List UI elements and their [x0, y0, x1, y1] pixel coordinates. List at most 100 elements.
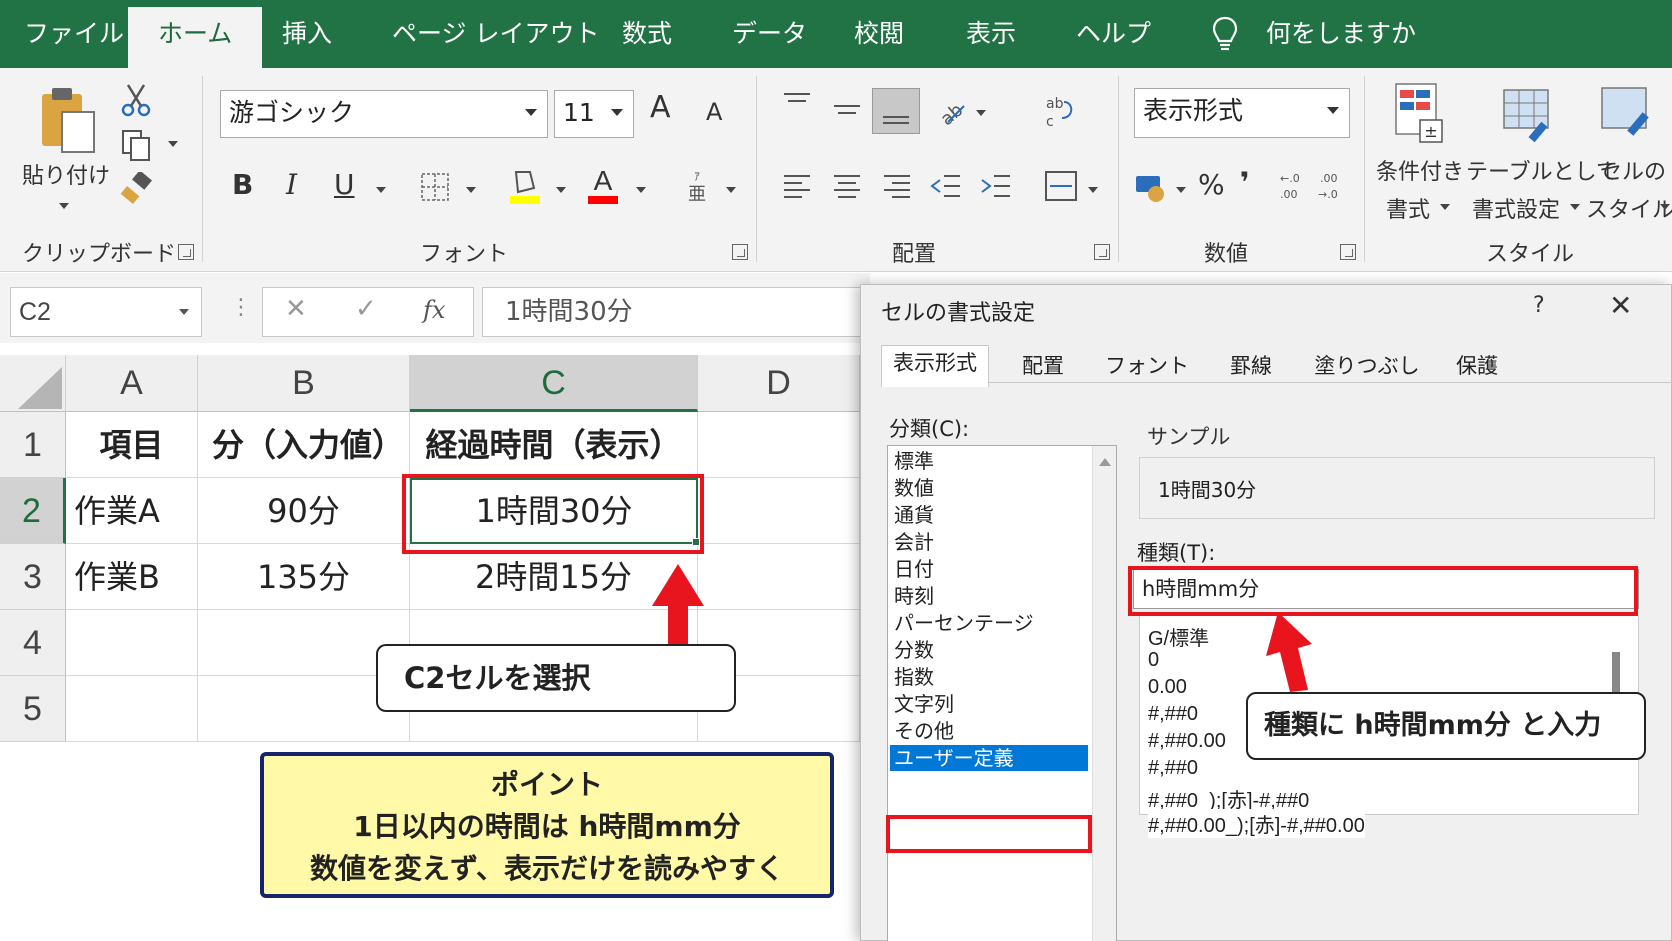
category-fraction[interactable]: 分数 [894, 637, 934, 663]
merge-dropdown-caret[interactable] [1088, 187, 1098, 193]
number-launcher-icon[interactable] [1340, 244, 1356, 260]
conditional-formatting-icon[interactable]: ± [1392, 82, 1446, 144]
format-as-table-caret[interactable] [1570, 204, 1580, 210]
wrap-text-icon[interactable]: ab c [1042, 94, 1076, 130]
top-align-icon[interactable] [780, 90, 814, 120]
cell-c1[interactable]: 経過時間（表示） [410, 412, 698, 478]
type-item[interactable]: 0 [1148, 649, 1159, 672]
category-text[interactable]: 文字列 [894, 691, 954, 717]
clipboard-launcher-icon[interactable] [178, 244, 194, 260]
tab-formulas[interactable]: 数式 [622, 14, 672, 54]
row-header-4[interactable]: 4 [0, 610, 66, 676]
column-header-c[interactable]: C [410, 355, 698, 412]
tab-file[interactable]: ファイル [24, 14, 124, 54]
number-format-combo[interactable]: 表示形式 [1134, 88, 1350, 138]
tab-page-layout[interactable]: ページ レイアウト [392, 14, 599, 54]
italic-button[interactable]: I [286, 168, 297, 201]
type-item[interactable]: #,##0.00 [1148, 730, 1226, 753]
fill-color-dropdown-caret[interactable] [556, 187, 566, 193]
orientation-icon[interactable]: ab [934, 94, 968, 128]
cut-icon[interactable] [120, 82, 152, 118]
scroll-up-icon[interactable] [1099, 458, 1111, 466]
align-right-icon[interactable] [880, 172, 914, 202]
merge-center-icon[interactable] [1044, 170, 1078, 202]
align-left-icon[interactable] [780, 172, 814, 202]
underline-dropdown-caret[interactable] [376, 187, 386, 193]
decrease-decimal-icon[interactable]: .00→.0 [1316, 168, 1350, 202]
format-as-table-icon[interactable] [1500, 86, 1556, 144]
tab-help[interactable]: ヘルプ [1076, 14, 1151, 54]
currency-icon[interactable] [1134, 170, 1168, 204]
type-item[interactable]: #,##0 [1148, 703, 1198, 726]
category-scientific[interactable]: 指数 [894, 664, 934, 690]
column-header-a[interactable]: A [66, 355, 198, 412]
cell-styles-line1[interactable]: セルの [1600, 154, 1666, 186]
increase-indent-icon[interactable] [980, 172, 1014, 202]
cell-b2[interactable]: 90分 [198, 478, 410, 544]
conditional-formatting-line2[interactable]: 書式 [1386, 192, 1430, 224]
font-name-combo[interactable]: 游ゴシック [220, 90, 548, 138]
bottom-align-button[interactable] [872, 88, 920, 134]
phonetic-guide-icon[interactable]: ｱ 亜 [682, 168, 712, 204]
dialog-close-button[interactable]: ✕ [1609, 289, 1632, 322]
grow-font-button[interactable]: A [650, 90, 671, 125]
percent-style-button[interactable]: % [1198, 168, 1225, 201]
cell-a3[interactable]: 作業B [66, 544, 198, 610]
alignment-launcher-icon[interactable] [1094, 244, 1110, 260]
middle-align-icon[interactable] [830, 96, 864, 126]
format-as-table-line1[interactable]: テーブルとして [1466, 154, 1618, 186]
cell-a2[interactable]: 作業A [66, 478, 198, 544]
select-all-corner[interactable] [0, 355, 66, 412]
type-item[interactable]: 0.00 [1148, 676, 1187, 699]
type-item[interactable]: #,##0 [1148, 757, 1198, 780]
tab-home[interactable]: ホーム [128, 7, 263, 68]
tab-font[interactable]: フォント [1095, 349, 1199, 385]
font-color-dropdown-caret[interactable] [636, 187, 646, 193]
category-accounting[interactable]: 会計 [894, 529, 934, 555]
cell-styles-icon[interactable] [1598, 82, 1658, 144]
tab-view[interactable]: 表示 [966, 14, 1016, 54]
category-currency[interactable]: 通貨 [894, 502, 934, 528]
cell-a1[interactable]: 項目 [66, 412, 198, 478]
tab-data[interactable]: データ [732, 14, 807, 54]
tab-border[interactable]: 罫線 [1199, 349, 1303, 385]
font-color-icon[interactable]: A [586, 164, 620, 206]
tab-number[interactable]: 表示形式 [881, 345, 989, 387]
copy-dropdown-caret[interactable] [168, 141, 178, 147]
category-scrollbar[interactable] [1092, 446, 1116, 941]
type-item[interactable]: #,##0.00_);[赤]-#,##0.00 [1148, 809, 1365, 838]
category-special[interactable]: その他 [894, 718, 954, 744]
font-size-combo[interactable]: 11 [554, 90, 634, 138]
orientation-dropdown-caret[interactable] [976, 110, 986, 116]
tab-fill[interactable]: 塗りつぶし [1305, 349, 1429, 385]
copy-icon[interactable] [120, 128, 152, 162]
paste-button[interactable]: 貼り付け [22, 158, 110, 190]
category-list[interactable]: 標準 数値 通貨 会計 日付 時刻 パーセンテージ 分数 指数 文字列 その他 … [887, 445, 1117, 941]
cell-d3[interactable] [698, 544, 860, 610]
comma-style-button[interactable]: ❜ [1240, 166, 1250, 199]
row-header-1[interactable]: 1 [0, 412, 66, 478]
underline-button[interactable]: U [334, 168, 355, 201]
formula-bar-grip-icon[interactable]: ⋮ [230, 295, 252, 320]
paste-icon[interactable] [38, 86, 98, 156]
phonetic-dropdown-caret[interactable] [726, 187, 736, 193]
paste-dropdown-caret[interactable] [59, 203, 69, 209]
category-number[interactable]: 数値 [894, 475, 934, 501]
cell-b3[interactable]: 135分 [198, 544, 410, 610]
cell-b1[interactable]: 分（入力値） [198, 412, 410, 478]
insert-function-button[interactable]: fx [423, 296, 445, 324]
tab-protection[interactable]: 保護 [1431, 349, 1523, 385]
borders-icon[interactable] [420, 172, 450, 202]
column-header-d[interactable]: D [698, 355, 860, 412]
fill-color-icon[interactable] [508, 166, 542, 206]
category-percentage[interactable]: パーセンテージ [894, 610, 1034, 636]
name-box[interactable]: C2 [10, 287, 202, 337]
cell-d1[interactable] [698, 412, 860, 478]
currency-dropdown-caret[interactable] [1176, 187, 1186, 193]
tab-alignment[interactable]: 配置 [991, 349, 1095, 385]
row-header-3[interactable]: 3 [0, 544, 66, 610]
tab-review[interactable]: 校閲 [854, 14, 904, 54]
format-as-table-line2[interactable]: 書式設定 [1472, 192, 1560, 224]
font-launcher-icon[interactable] [732, 244, 748, 260]
cell-d2[interactable] [698, 478, 860, 544]
